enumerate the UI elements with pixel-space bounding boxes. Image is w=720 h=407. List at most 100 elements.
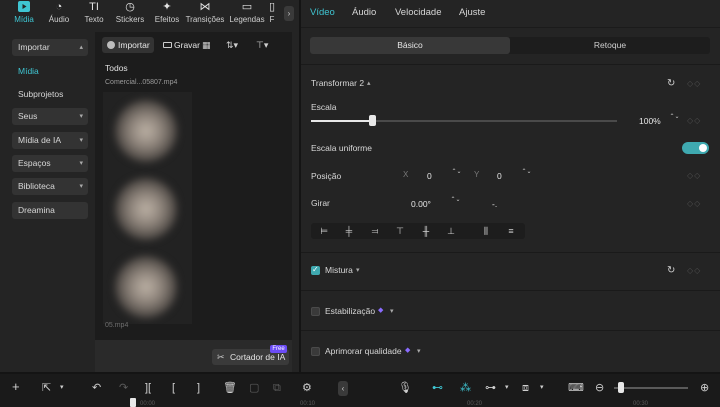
align-left-icon[interactable]: ⊨ (319, 226, 329, 236)
rotate-extra[interactable]: -. (492, 199, 497, 209)
ai-tools-icon[interactable]: ⚙ (302, 381, 312, 395)
rotate-value[interactable]: 0.00° (411, 199, 431, 209)
scale-slider-fill (311, 120, 372, 122)
chevron-down-icon: ▾ (79, 113, 83, 120)
tab-filters[interactable]: ▯ F (262, 1, 282, 26)
segment-basic[interactable]: Básico (310, 37, 510, 54)
split-icon[interactable]: ][ (145, 381, 151, 395)
position-y-value[interactable]: 0 (497, 171, 502, 181)
sidebar-item-import[interactable]: Importar ▴ (12, 39, 88, 56)
keyframe-icon[interactable]: ◇◇ (687, 79, 701, 88)
zoom-out-icon[interactable]: ⊖ (595, 381, 604, 395)
monitor-icon[interactable]: ⌨ (568, 381, 584, 395)
transform-title[interactable]: Transformar 2 (311, 78, 364, 88)
chevron-down-icon[interactable]: ▾ (540, 381, 544, 395)
stabilize-label[interactable]: Estabilização (325, 306, 375, 316)
tab-audio-props[interactable]: Áudio (352, 7, 376, 18)
filter-icon[interactable]: ⊤▾ (256, 37, 268, 53)
position-x-stepper[interactable]: ⌃⌄ (451, 169, 462, 181)
keyframe-icon[interactable]: ◇◇ (687, 199, 701, 208)
tab-stickers[interactable]: ◷ Stickers (109, 1, 151, 26)
reset-icon[interactable]: ↻ (667, 79, 677, 89)
alignment-bar: ⊨ ╪ ⫤ ⊤ ╫ ⊥ ⫼ ≡ (311, 223, 525, 239)
select-cursor-icon[interactable]: ⇱ (42, 381, 51, 395)
undo-icon[interactable]: ↶ (92, 381, 101, 395)
sidebar-item-yours[interactable]: Seus ▾ (12, 108, 88, 125)
chevron-left-icon[interactable]: ‹ (338, 381, 348, 396)
position-x-value[interactable]: 0 (427, 171, 432, 181)
sidebar-item-library[interactable]: Biblioteca ▾ (12, 178, 88, 195)
timeline-tick: 00:00 (140, 401, 156, 407)
rotate-stepper[interactable]: ⌃⌄ (450, 197, 461, 209)
chevron-up-icon: ▴ (367, 80, 371, 87)
divider (301, 252, 720, 253)
zoom-slider[interactable] (614, 387, 688, 389)
tab-speed[interactable]: Velocidade (395, 7, 441, 18)
chevron-down-icon[interactable]: ▾ (60, 381, 64, 395)
distribute-v-icon[interactable]: ≡ (506, 226, 516, 236)
mix-checkbox[interactable] (311, 265, 320, 275)
tab-transitions[interactable]: ⋈ Transições (184, 1, 226, 26)
keyframe-icon[interactable]: ◇◇ (687, 116, 701, 125)
sidebar-item-media[interactable]: Mídia (12, 63, 88, 80)
align-right-icon[interactable]: ⫤ (370, 226, 380, 236)
scale-slider-handle[interactable] (369, 115, 376, 126)
trim-left-icon[interactable]: [ (172, 381, 175, 395)
reset-icon[interactable]: ↻ (667, 266, 677, 276)
stabilize-checkbox[interactable] (311, 307, 320, 316)
enhance-checkbox[interactable] (311, 347, 320, 356)
record-button[interactable]: Gravar (161, 37, 205, 53)
chevron-down-icon[interactable]: ▾ (390, 307, 394, 315)
media-thumbnail[interactable] (103, 92, 192, 324)
magnet-link-icon[interactable]: ⊷ (432, 381, 443, 395)
delete-icon[interactable]: 🗑 (223, 381, 237, 395)
sort-icon[interactable]: ⇅▾ (226, 37, 238, 53)
chevron-down-icon: ▾ (79, 160, 83, 167)
chevron-down-icon[interactable]: ▾ (417, 347, 421, 355)
divider (301, 330, 720, 331)
chevron-down-icon[interactable]: ▾ (356, 266, 360, 274)
grid-view-icon[interactable]: ▦ (202, 37, 211, 53)
keyframe-icon[interactable]: ◇◇ (687, 266, 701, 275)
add-icon[interactable]: + (12, 380, 20, 394)
link-icon[interactable]: ⊶ (485, 381, 496, 395)
keyframe-icon[interactable]: ◇◇ (687, 171, 701, 180)
freeze-icon[interactable]: ▢ (249, 381, 259, 395)
enhance-label[interactable]: Aprimorar qualidade (325, 346, 402, 356)
align-center-h-icon[interactable]: ╪ (344, 226, 354, 236)
chevron-down-icon[interactable]: ▾ (505, 381, 509, 395)
tab-adjust[interactable]: Ajuste (459, 7, 485, 18)
tab-effects[interactable]: ✦ Efeitos (146, 1, 188, 26)
sidebar-item-subprojects[interactable]: Subprojetos (12, 86, 88, 103)
import-button[interactable]: Importar (102, 37, 154, 53)
sidebar-item-dreamina[interactable]: Dreamina (12, 202, 88, 219)
position-y-stepper[interactable]: ⌃⌄ (521, 169, 532, 181)
align-bottom-icon[interactable]: ⊥ (446, 226, 456, 236)
segment-retouch[interactable]: Retoque (510, 37, 710, 54)
align-center-v-icon[interactable]: ╫ (421, 226, 431, 236)
scale-value[interactable]: 100% (639, 116, 661, 126)
divider (301, 27, 720, 28)
preview-axis-icon[interactable]: ⧈ (522, 381, 529, 395)
align-top-icon[interactable]: ⊤ (395, 226, 405, 236)
zoom-in-icon[interactable]: ⊕ (700, 381, 709, 395)
redo-icon[interactable]: ↷ (119, 381, 128, 395)
chevron-right-icon[interactable]: › (284, 6, 294, 21)
mix-label[interactable]: Mistura (325, 265, 353, 275)
scale-stepper[interactable]: ⌃⌄ (669, 114, 680, 126)
uniform-scale-toggle[interactable] (682, 142, 709, 154)
playhead[interactable] (130, 398, 136, 407)
duplicate-icon[interactable]: ⧉ (273, 381, 281, 395)
trim-right-icon[interactable]: ] (197, 381, 200, 395)
sidebar-item-spaces[interactable]: Espaços ▾ (12, 155, 88, 172)
zoom-slider-handle[interactable] (618, 382, 624, 393)
timeline-tick: 00:10 (300, 401, 316, 407)
distribute-h-icon[interactable]: ⫼ (481, 226, 491, 236)
auto-snap-icon[interactable]: ⁂ (460, 381, 471, 395)
toggle-knob (699, 144, 707, 152)
microphone-icon[interactable]: 🎙 (398, 381, 412, 395)
scale-slider[interactable] (311, 120, 617, 122)
sidebar-item-ai-media[interactable]: Mídia de IA ▾ (12, 132, 88, 149)
thumbnail-frame (115, 178, 177, 240)
tab-video[interactable]: Vídeo (310, 7, 335, 18)
